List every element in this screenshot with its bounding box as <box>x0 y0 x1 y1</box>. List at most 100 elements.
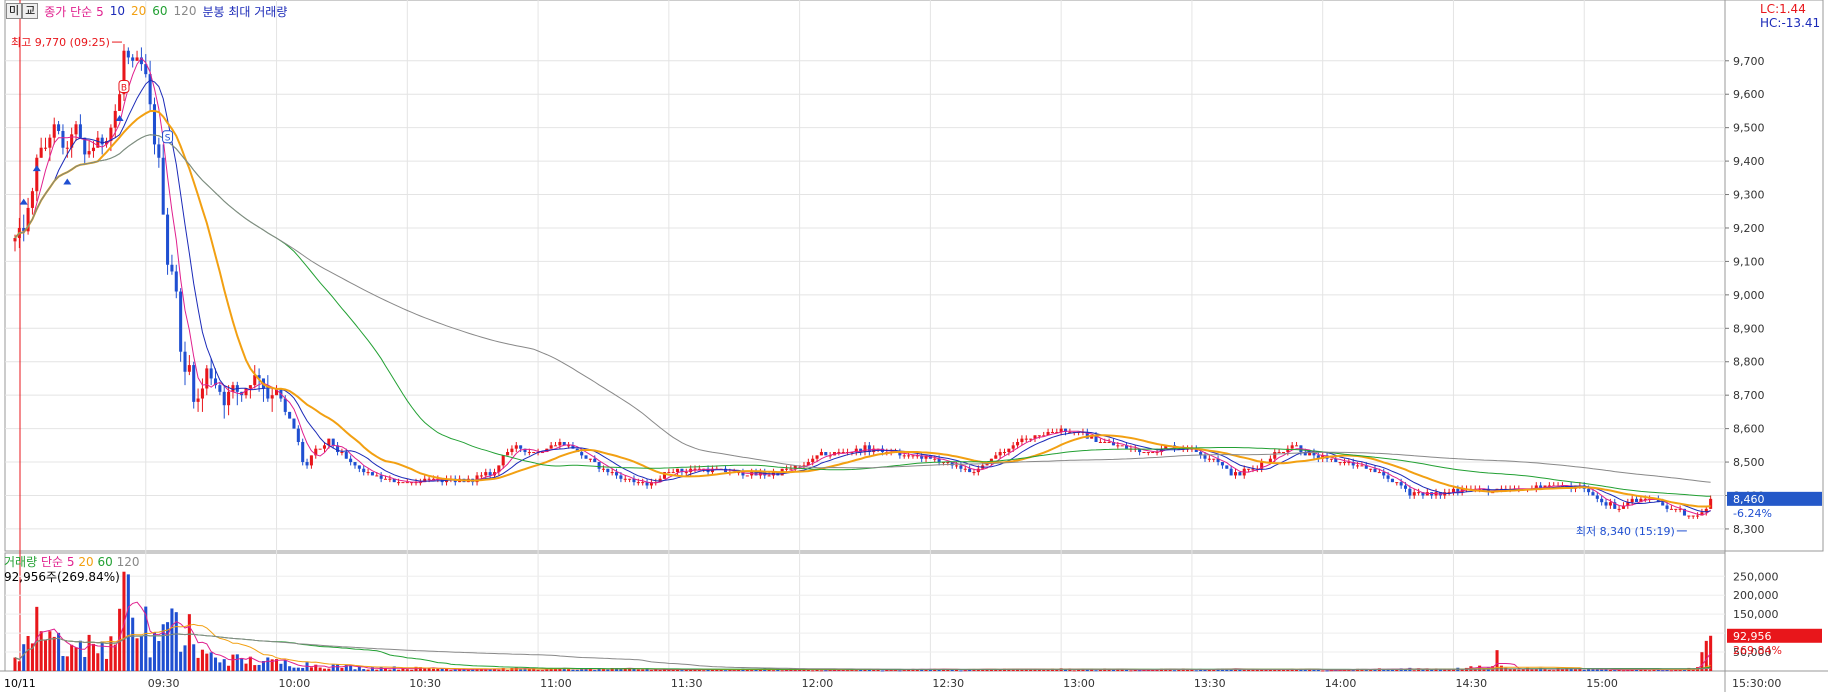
candle-body <box>1098 441 1102 443</box>
candle-body <box>1016 441 1020 446</box>
candle-body <box>1024 438 1028 440</box>
toolbar-button-1[interactable]: 미 <box>6 3 23 19</box>
volume-bar <box>244 663 248 671</box>
candle-body <box>619 475 623 479</box>
volume-bar <box>440 668 444 671</box>
volume-bar <box>266 657 270 671</box>
candle-body <box>1403 485 1408 489</box>
candle-body <box>288 411 292 419</box>
candle-body <box>1220 462 1224 466</box>
volume-bar <box>39 631 43 671</box>
candle-body <box>379 475 383 479</box>
candle-body <box>397 482 401 484</box>
candle-body <box>270 395 274 399</box>
volume-bar <box>183 645 187 671</box>
ma120-legend[interactable]: 120 <box>174 4 197 18</box>
time-tick-label: 11:00 <box>540 677 572 690</box>
candle-body <box>344 452 348 459</box>
candle-body <box>1277 452 1281 454</box>
candle-body <box>427 478 431 480</box>
volume-bar <box>157 641 161 671</box>
price-series-label[interactable]: 종가 단순 5 <box>44 3 103 20</box>
candle-body <box>1386 475 1390 479</box>
candle-body <box>1238 472 1242 476</box>
candle-body <box>196 398 200 402</box>
frequency-label[interactable]: 분봉 최대 거래량 <box>202 3 287 20</box>
candle-body <box>57 124 61 132</box>
time-tick-label: 13:30 <box>1194 677 1226 690</box>
candle-body <box>1709 498 1713 509</box>
ma-10-line <box>14 79 1711 513</box>
candle-body <box>61 131 65 148</box>
candle-body <box>1103 441 1107 443</box>
candle-body <box>1595 495 1599 499</box>
price-panel-frame <box>4 0 1824 552</box>
candle-body <box>1665 505 1669 509</box>
volume-bar <box>658 669 662 671</box>
price-tick-label: 9,400 <box>1733 155 1765 168</box>
volume-bar <box>257 664 261 671</box>
candle-body <box>998 452 1002 456</box>
candle-body <box>484 472 488 476</box>
price-tick-label: 8,700 <box>1733 389 1765 402</box>
candle-body <box>266 388 270 399</box>
volume-bar <box>811 670 815 672</box>
candle-body <box>331 438 335 446</box>
volume-bar <box>192 644 196 671</box>
price-tick-label: 8,500 <box>1733 456 1765 469</box>
volume-bar <box>1530 669 1534 671</box>
volume-bar <box>105 658 109 671</box>
volume-bar <box>205 653 209 671</box>
candle-body <box>48 137 52 148</box>
candle-body <box>601 468 605 470</box>
candle-body <box>296 428 300 442</box>
toolbar-button-2[interactable]: 교 <box>22 3 39 19</box>
candle-body <box>584 455 588 459</box>
ma20-legend[interactable]: 20 <box>131 4 146 18</box>
volume-bar <box>453 669 457 671</box>
volume-bar <box>148 657 152 671</box>
low-annotation: 최저 8,340 (15:19) <box>1576 525 1675 538</box>
candle-body <box>1146 452 1150 454</box>
vol-ma20-legend: 20 <box>78 555 94 569</box>
ma60-legend[interactable]: 60 <box>152 4 167 18</box>
volume-bar <box>1573 669 1578 671</box>
volume-bar <box>1098 669 1102 671</box>
volume-bar <box>636 669 640 671</box>
candle-body <box>292 418 296 429</box>
price-tick-label: 8,600 <box>1733 423 1765 436</box>
volume-bar <box>1517 669 1521 671</box>
ma10-legend[interactable]: 10 <box>110 4 125 18</box>
candle-body <box>1408 488 1412 496</box>
vol-ma120-legend: 120 <box>116 555 140 569</box>
volume-bar <box>222 659 226 671</box>
volume-bar <box>771 670 775 672</box>
volume-bar <box>497 669 501 671</box>
volume-bar <box>61 656 65 671</box>
candle-body <box>623 478 627 480</box>
candle-body <box>1212 458 1216 460</box>
volume-bar <box>846 670 850 672</box>
volume-bar <box>793 670 797 672</box>
volume-bar <box>1046 669 1050 671</box>
volume-bar <box>1042 669 1046 671</box>
volume-bar <box>318 667 322 671</box>
candle-body <box>902 455 906 457</box>
volume-bar <box>379 667 383 671</box>
volume-bar <box>309 667 313 671</box>
volume-bar <box>1543 669 1547 671</box>
candle-body <box>1691 515 1695 517</box>
candle-body <box>170 264 174 272</box>
candle-body <box>91 147 95 152</box>
candle-body <box>610 472 614 474</box>
current-price-label: 8,460 <box>1733 493 1765 506</box>
candle-body <box>837 452 841 454</box>
volume-bar <box>336 664 340 671</box>
volume-bar <box>449 670 453 672</box>
candle-body <box>1002 452 1007 454</box>
candle-body <box>1591 492 1595 496</box>
volume-value-line: 92,956주(269.84%) <box>4 570 120 584</box>
ma-20-line <box>14 109 1711 508</box>
volume-bar <box>1412 670 1416 672</box>
volume-bar <box>340 668 344 671</box>
